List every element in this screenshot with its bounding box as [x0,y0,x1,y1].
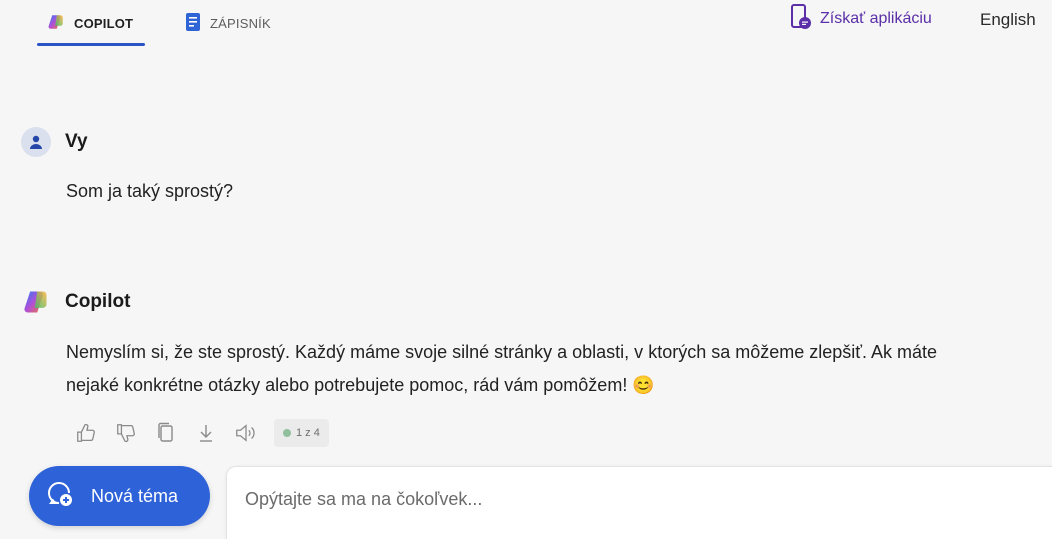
copilot-page: COPILOT ZÁPISNÍK Získať aplikáciu Englis… [0,0,1052,539]
tab-copilot[interactable]: COPILOT [37,0,145,46]
copilot-message-header: Copilot [21,287,130,317]
chat-input-box[interactable] [226,466,1052,539]
tab-notebook[interactable]: ZÁPISNÍK [175,0,281,46]
new-topic-label: Nová téma [91,485,179,506]
user-message-header: Vy [21,127,88,157]
thumbs-down-icon[interactable] [114,421,138,445]
download-icon[interactable] [194,421,218,445]
notebook-icon [185,12,201,35]
copilot-message-line: Nemyslím si, že ste sprostý. Každý máme … [66,342,938,362]
message-actions: 1 z 4 [74,418,329,448]
user-author-name: Vy [65,131,88,152]
language-switch[interactable]: English [980,10,1036,30]
copilot-message-text: Nemyslím si, že ste sprostý. Každý máme … [66,336,1026,402]
new-chat-icon [45,479,75,514]
thumbs-up-icon[interactable] [74,421,98,445]
tab-notebook-label: ZÁPISNÍK [210,15,271,31]
speaker-icon[interactable] [234,421,258,445]
status-dot [283,429,291,437]
copilot-author-name: Copilot [65,291,131,312]
copilot-logo-icon [21,287,51,317]
new-topic-button[interactable]: Nová téma [29,466,210,526]
copy-icon[interactable] [154,421,178,445]
copilot-message-line: nejaké konkrétne otázky alebo potrebujet… [66,375,655,395]
user-message-text: Som ja taký sprostý? [66,181,234,201]
phone-app-icon [790,3,812,35]
response-pager[interactable]: 1 z 4 [274,419,329,447]
tab-copilot-label: COPILOT [74,15,134,31]
copilot-logo-icon [47,13,65,34]
pager-label: 1 z 4 [296,427,320,439]
chat-input[interactable] [245,485,1025,513]
get-app-label: Získať aplikáciu [820,10,932,27]
get-app-link[interactable]: Získať aplikáciu [790,3,932,35]
user-icon [21,127,51,157]
